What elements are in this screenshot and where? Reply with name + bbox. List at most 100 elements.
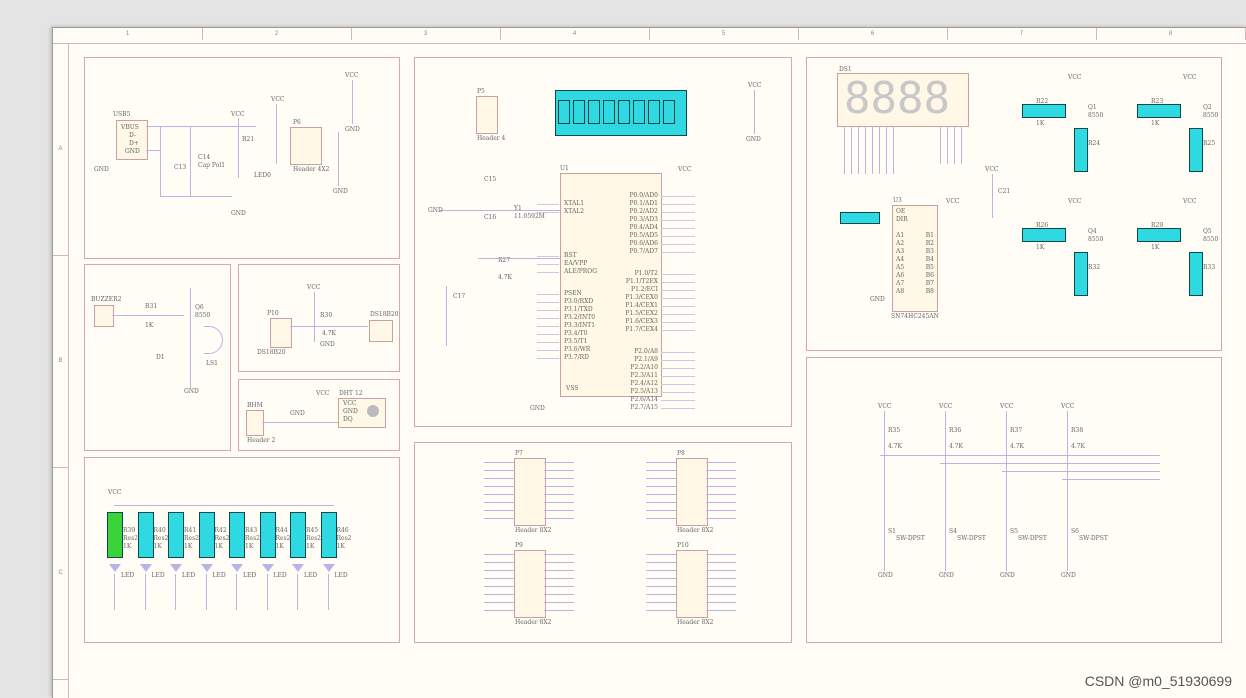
ds18b20-header[interactable]: P10 DS18B20 — [257, 310, 292, 356]
r31-label: R31 — [145, 303, 158, 310]
led-resistor[interactable] — [290, 512, 306, 558]
sn74hc245-buffer[interactable]: U3 SN74HC245AN OE DIR A1 A2 A3 A4 A5 A6 A7 A8 B1 B… — [891, 197, 939, 320]
p5-name: P5 — [477, 88, 485, 95]
header-8x2[interactable]: P7 Header 8X2 — [514, 450, 551, 534]
led-resistor-label: R42 — [214, 527, 227, 534]
buffer-pin-a: DIR — [896, 216, 908, 223]
led-resistor[interactable] — [229, 512, 245, 558]
switch-gnd: GND — [1061, 572, 1076, 579]
dht-sensor[interactable]: DHT 12 VCC GND DQ — [338, 390, 386, 428]
transistor-base-resistor[interactable] — [1137, 104, 1181, 118]
header-right-wire — [544, 562, 574, 563]
mcu-right-wire — [661, 196, 695, 197]
led-resistor[interactable] — [259, 512, 276, 558]
switch-vcc: VCC — [878, 403, 892, 410]
header-name: P7 — [515, 450, 523, 457]
led-resistor[interactable] — [198, 512, 215, 558]
mcu-right-wire — [661, 274, 695, 275]
header-title: Header 8X2 — [677, 527, 714, 534]
ruler-column-5: 5 — [649, 28, 799, 40]
ds18b20-sensor[interactable]: DS18B20 — [369, 311, 399, 342]
header-name: P9 — [515, 542, 523, 549]
led-wire — [266, 574, 268, 610]
header-left-wire — [484, 570, 514, 571]
resistor-array-element[interactable] — [633, 100, 645, 124]
cap-gnd-mcu: GND — [746, 136, 761, 143]
mcu-u1[interactable]: U1 XTAL1 XTAL2 RST EA/VPP ALE/PROG PSEN P3.0/R… — [537, 165, 695, 411]
transistor-base-resistor[interactable] — [1137, 228, 1181, 242]
resistor-array-element[interactable] — [648, 100, 660, 124]
transistor-vcc: VCC — [1068, 198, 1082, 205]
r34-resistor[interactable] — [840, 212, 880, 224]
transistor-base-resistor[interactable] — [1022, 104, 1066, 118]
led-label: LED — [273, 572, 287, 579]
transistor-vcc: VCC — [1183, 74, 1197, 81]
switch-type: SW-DPST — [957, 535, 986, 542]
resistor-array-element[interactable] — [558, 100, 570, 124]
mcu-vss: VSS — [566, 385, 579, 392]
switch-wire — [1067, 411, 1068, 571]
switches-block[interactable] — [806, 357, 1222, 643]
resistor-array-element[interactable] — [603, 100, 615, 124]
r27-value: 4.7K — [498, 274, 513, 281]
header-left-wire — [484, 562, 514, 563]
headers-block[interactable] — [414, 442, 792, 643]
d1-label: D1 — [156, 354, 165, 361]
header-8x2[interactable]: P8 Header 8X2 — [676, 450, 713, 534]
led-diode-icon — [109, 564, 121, 572]
mcu-right-pin: P0.3/AD3 — [629, 216, 658, 223]
transistor-collector-resistor[interactable] — [1074, 128, 1088, 172]
header-title: Header 8X2 — [677, 619, 714, 626]
mcu-right-pin: P1.7/CEX4 — [625, 326, 658, 333]
mcu-name: U1 — [560, 165, 569, 172]
header-left-wire — [646, 594, 676, 595]
transistor-collector-resistor[interactable] — [1189, 128, 1203, 172]
mcu-right-pin: P0.0/AD0 — [629, 192, 658, 199]
mcu-right-pin: P2.4/A12 — [630, 380, 658, 387]
header-8x2[interactable]: P10 Header 8X2 — [676, 542, 713, 626]
resistor-array-element[interactable] — [588, 100, 600, 124]
header-left-wire — [646, 494, 676, 495]
resistor-array-element[interactable] — [618, 100, 630, 124]
header-right-wire — [706, 502, 736, 503]
buffer-pin-a: OE — [896, 208, 906, 215]
buzzer-header[interactable]: BUZZER2 — [91, 296, 122, 327]
led-resistor[interactable] — [107, 512, 123, 558]
transistor-collector-resistor[interactable] — [1189, 252, 1203, 296]
dht-header-p: BHM — [247, 402, 263, 409]
led-resistor-value: 1K — [275, 543, 284, 550]
led-wire — [205, 574, 207, 610]
mcu-right-wire — [661, 298, 695, 299]
usb-connector[interactable]: USB5 VBUS D- D+ GND — [113, 111, 148, 160]
mcu-left-wire — [537, 264, 559, 265]
switch-gnd: GND — [1000, 572, 1015, 579]
ruler-top: 12345678 — [53, 28, 1246, 44]
led-resistor[interactable] — [137, 512, 154, 558]
mcu-right-wire — [661, 376, 695, 377]
mcu-right-pin: P1.3/CEX0 — [625, 294, 658, 301]
header-right-wire — [544, 486, 574, 487]
transistor-base-resistor[interactable] — [1022, 228, 1066, 242]
header-p6[interactable]: P6 Header 4X2 — [290, 119, 329, 173]
header-right-wire — [706, 494, 736, 495]
transistor-collector-resistor[interactable] — [1074, 252, 1088, 296]
resistor-array-element[interactable] — [573, 100, 585, 124]
switch-resistor-value: 4.7K — [1071, 443, 1086, 450]
power-vcc: VCC — [231, 111, 245, 118]
led-resistor-label: R46 — [336, 527, 349, 534]
led-resistor[interactable] — [168, 512, 184, 558]
c-vcc: VCC — [345, 72, 359, 79]
mcu-gnd-xtal: GND — [428, 207, 443, 214]
led-resistor[interactable] — [320, 512, 337, 558]
mcu-right-wire — [661, 252, 695, 253]
resistor-array-element[interactable] — [663, 100, 675, 124]
led-diode-icon — [292, 564, 304, 572]
header-8x2[interactable]: P9 Header 8X2 — [514, 542, 551, 626]
ruler-row-A: A — [53, 43, 68, 256]
mcu-right-pin: P2.6/A14 — [630, 396, 658, 403]
buffer-pin-a: A3 — [896, 248, 905, 255]
seven-segment-display[interactable]: 8888 — [837, 73, 969, 127]
header-right-wire — [706, 594, 736, 595]
dht-header[interactable]: BHM Header 2 — [246, 402, 275, 444]
header-p5[interactable]: P5 Header 4 — [476, 88, 505, 142]
